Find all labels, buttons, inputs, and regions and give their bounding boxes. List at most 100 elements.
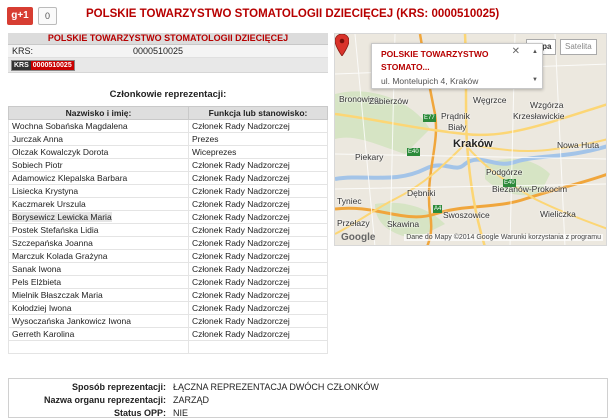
map-label-nowa-huta: Nowa Huta <box>557 140 600 150</box>
map-label-pradnik: Prądnik <box>441 111 470 121</box>
members-title: Członkowie reprezentacji: <box>109 89 227 100</box>
member-name: Wochna Sobańska Magdalena <box>8 119 189 133</box>
member-name <box>8 340 189 354</box>
column-header-name: Nazwisko i imię: <box>8 106 189 120</box>
map-attribution[interactable]: Dane do Mapy ©2014 Google Warunki korzys… <box>404 234 603 241</box>
map-label-krakow: Kraków <box>453 138 493 150</box>
member-role: Członek Rady Nadzorczej <box>188 314 328 328</box>
map-label-bialy: Biały <box>448 122 467 132</box>
table-row: Wochna Sobańska Magdalena Członek Rady Na… <box>8 119 328 133</box>
representation-organ-label: Nazwa organu reprezentacji: <box>43 395 166 405</box>
map-label-debniki: Dębniki <box>407 188 436 198</box>
table-row: Borysewicz Lewicka Maria Członek Rady Nad… <box>8 210 328 224</box>
map-label-piekary: Piekary <box>355 152 384 162</box>
member-role: Członek Rady Nadzorczej <box>188 262 328 276</box>
location-map[interactable]: Bronowice Zabierzów Węgrzce Wzgórza Krze… <box>334 33 607 246</box>
table-row: Kołodziej Iwona Członek Rady Nadzorczej <box>8 301 328 315</box>
map-label-tyniec: Tyniec <box>337 196 362 206</box>
table-row: Wysoczańska Jankowicz Iwona Członek Rady … <box>8 314 328 328</box>
table-row: Gerreth Karolina Członek Rady Nadzorczej <box>8 327 328 341</box>
representation-way-row: Sposób reprezentacji: ŁĄCZNA REPREZENTAC… <box>9 381 608 393</box>
member-name: Borysewicz Lewicka Maria <box>8 210 189 224</box>
member-name: Sanak Iwona <box>8 262 189 276</box>
opp-status-value: NIE <box>173 408 189 418</box>
member-name: Sobiech Piotr <box>8 158 189 172</box>
table-row: Mielnik Błaszczak Maria Członek Rady Nadz… <box>8 288 328 302</box>
krs-badge[interactable]: KRS 0000510025 <box>11 60 75 71</box>
company-panel: POLSKIE TOWARZYSTWO STOMATOLOGII DZIECIĘ… <box>8 33 328 390</box>
krs-badge-row: KRS 0000510025 <box>8 58 328 73</box>
info-title-line-1: POLSKIE TOWARZYSTWO <box>381 49 489 59</box>
member-role <box>188 340 328 354</box>
opp-status-label: Status OPP: <box>113 408 166 418</box>
member-name: Gerreth Karolina <box>8 327 189 341</box>
map-type-satellite-button[interactable]: Satelita <box>560 39 597 55</box>
member-name: Adamowicz Klepalska Barbara <box>8 171 189 185</box>
member-name: Mielnik Błaszczak Maria <box>8 288 189 302</box>
google-plus-count: 0 <box>38 7 57 25</box>
member-role: Członek Rady Nadzorczej <box>188 327 328 341</box>
representation-box: Sposób reprezentacji: ŁĄCZNA REPREZENTAC… <box>8 378 608 418</box>
members-table: Nazwisko i imię: Funkcja lub stanowisko:… <box>8 106 328 354</box>
map-pin-icon[interactable] <box>335 34 349 56</box>
table-row: Marczuk Kolada Grażyna Członek Rady Nadzo… <box>8 249 328 263</box>
info-scrollbar[interactable]: ▲ ▼ <box>531 49 538 83</box>
krs-row: KRS: 0000510025 <box>8 45 328 58</box>
table-row: Pels Elżbieta Członek Rady Nadzorczej <box>8 275 328 289</box>
table-row: Sobiech Piotr Członek Rady Nadzorczej <box>8 158 328 172</box>
member-role: Członek Rady Nadzorczej <box>188 197 328 211</box>
member-role: Członek Rady Nadzorczej <box>188 119 328 133</box>
representation-organ-value: ZARZĄD <box>173 395 209 405</box>
member-role: Członek Rady Nadzorczej <box>188 184 328 198</box>
representation-way-value: ŁĄCZNA REPREZENTACJA DWÓCH CZŁONKÓW <box>173 382 379 392</box>
member-name: Jurczak Anna <box>8 132 189 146</box>
map-label-wegrzce: Węgrzce <box>473 95 507 105</box>
member-role: Członek Rady Nadzorczej <box>188 275 328 289</box>
road-badge-e40: E40 <box>503 179 516 187</box>
member-role: Członek Rady Nadzorczej <box>188 288 328 302</box>
map-label-skawina: Skawina <box>387 219 420 229</box>
road-badge-e77: E77 <box>423 114 436 122</box>
map-label-podgorze: Podgórze <box>486 167 523 177</box>
map-label-zabierzow: Zabierzów <box>369 96 409 106</box>
krs-badge-prefix: KRS <box>12 61 31 70</box>
member-name: Pels Elżbieta <box>8 275 189 289</box>
table-row: Sanak Iwona Członek Rady Nadzorczej <box>8 262 328 276</box>
map-label-swoszowice: Swoszowice <box>443 210 490 220</box>
table-row: Postek Stefańska Lidia Członek Rady Nadzo… <box>8 223 328 237</box>
table-row: Szczepańska Joanna Członek Rady Nadzorcze… <box>8 236 328 250</box>
info-address: ul. Montelupich 4, Kraków <box>381 76 479 86</box>
map-label-wzgorza: Wzgórza <box>530 100 564 110</box>
member-name: Marczuk Kolada Grażyna <box>8 249 189 263</box>
member-name: Olczak Kowalczyk Dorota <box>8 145 189 159</box>
google-plus-button[interactable]: g+1 <box>7 7 33 25</box>
map-info-window[interactable]: POLSKIE TOWARZYSTWO STOMATO... ul. Monte… <box>371 43 543 89</box>
krs-badge-number: 0000510025 <box>30 61 74 70</box>
representation-organ-row: Nazwa organu reprezentacji: ZARZĄD <box>9 394 608 406</box>
members-header-row: Nazwisko i imię: Funkcja lub stanowisko: <box>8 106 328 120</box>
member-role: Członek Rady Nadzorczej <box>188 158 328 172</box>
map-label-krzeslawickie: Krzesławickie <box>513 111 565 121</box>
member-role: Członek Rady Nadzorczej <box>188 171 328 185</box>
scroll-down-icon[interactable]: ▼ <box>532 77 538 83</box>
member-role: Członek Rady Nadzorczej <box>188 236 328 250</box>
member-name: Lisiecka Krystyna <box>8 184 189 198</box>
top-bar: g+1 0 POLSKIE TOWARZYSTWO STOMATOLOGII D… <box>0 0 608 32</box>
member-role: Prezes <box>188 132 328 146</box>
table-row: Adamowicz Klepalska Barbara Członek Rady … <box>8 171 328 185</box>
member-name: Szczepańska Joanna <box>8 236 189 250</box>
table-row: Jurczak Anna Prezes <box>8 132 328 146</box>
scroll-up-icon[interactable]: ▲ <box>532 49 538 55</box>
member-name: Wysoczańska Jankowicz Iwona <box>8 314 189 328</box>
krs-value: 0000510025 <box>133 46 184 56</box>
google-logo: Google <box>341 232 376 243</box>
krs-label: KRS: <box>12 46 34 56</box>
member-role: Członek Rady Nadzorczej <box>188 210 328 224</box>
page-title: POLSKIE TOWARZYSTWO STOMATOLOGII DZIECIĘ… <box>86 8 500 20</box>
member-role: Członek Rady Nadzorczej <box>188 301 328 315</box>
member-name: Kaczmarek Urszula <box>8 197 189 211</box>
member-name: Postek Stefańska Lidia <box>8 223 189 237</box>
road-badge-a4: A4 <box>433 205 443 213</box>
close-icon[interactable]: ✕ <box>512 47 520 57</box>
member-role: Członek Rady Nadzorczej <box>188 249 328 263</box>
